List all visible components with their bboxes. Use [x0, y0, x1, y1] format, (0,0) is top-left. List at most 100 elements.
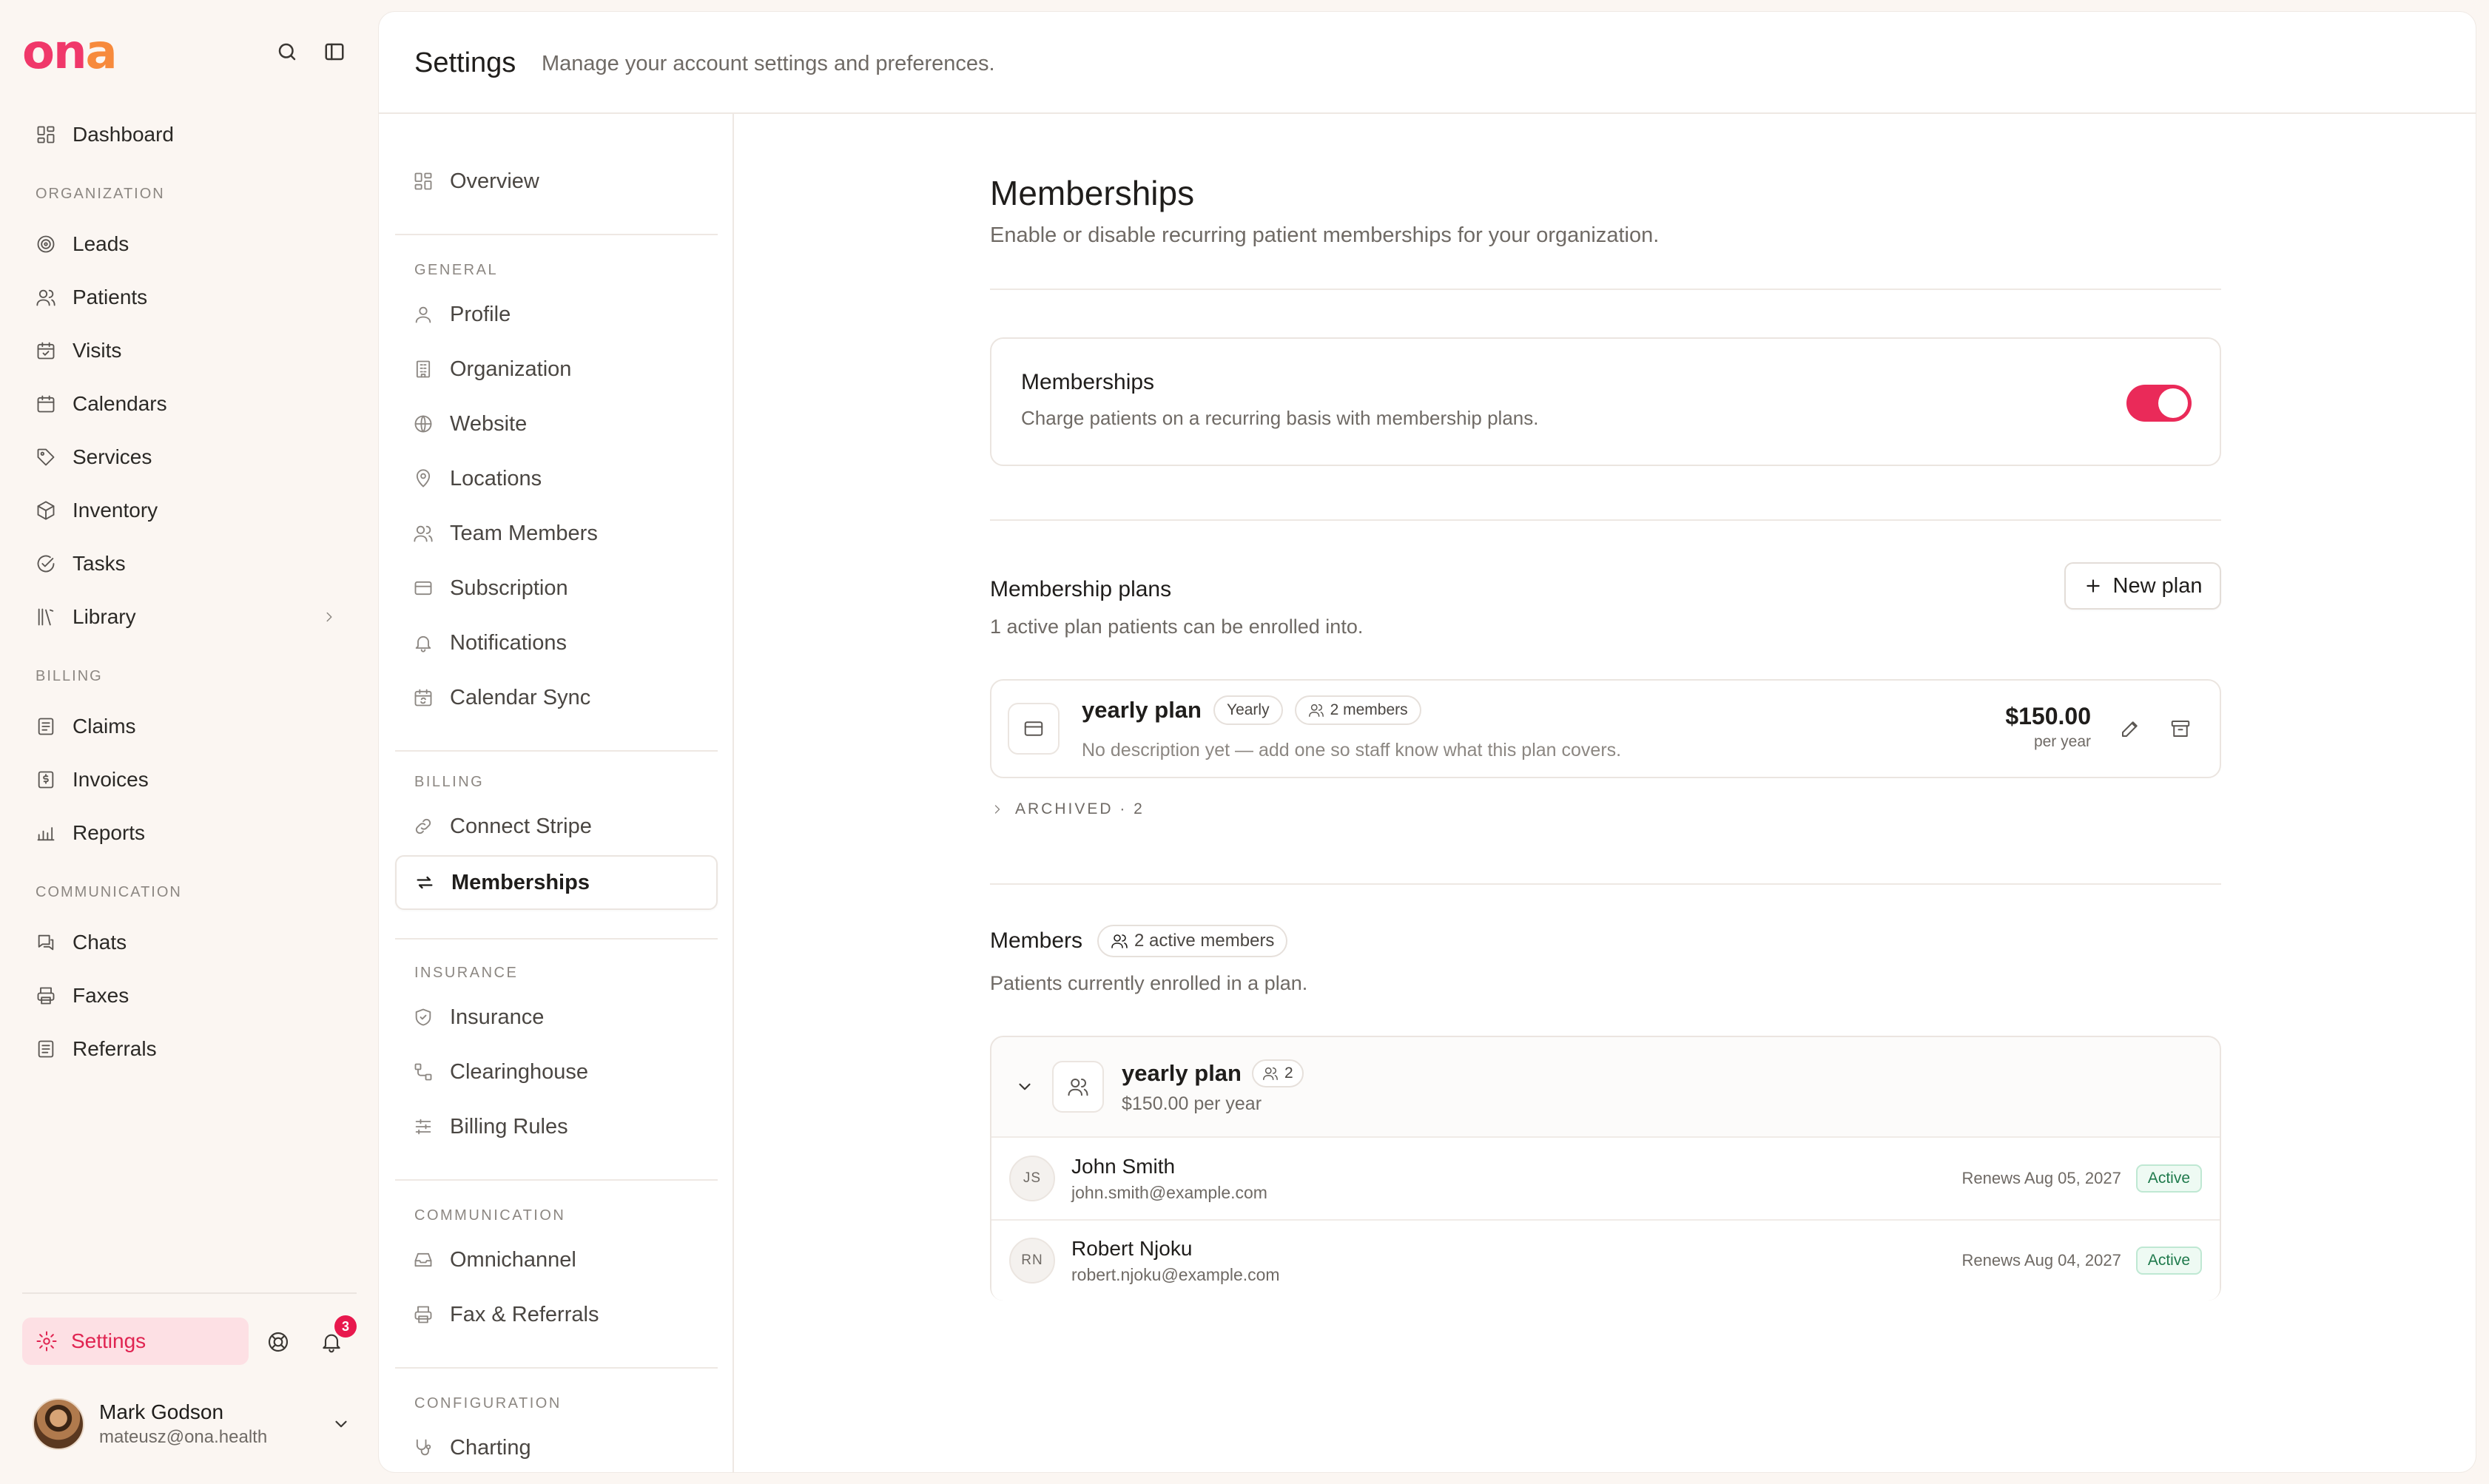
settings-nav-label: Billing Rules: [450, 1114, 568, 1139]
tag-icon: [34, 445, 58, 469]
members-title: Members: [990, 928, 1083, 953]
ona-logo[interactable]: ona: [22, 28, 118, 77]
status-badge: Active: [2135, 1247, 2202, 1275]
settings-nav-organization[interactable]: Organization: [395, 343, 718, 395]
printer-icon: [413, 1304, 434, 1325]
member-name: John Smith: [1071, 1154, 1176, 1178]
nav-library[interactable]: Library: [22, 596, 348, 638]
settings-nav-divider: [395, 1367, 718, 1369]
target-icon: [34, 232, 58, 256]
route-icon: [413, 1062, 434, 1082]
plans-title: Membership plans: [990, 577, 1172, 601]
settings-nav-connect-stripe[interactable]: Connect Stripe: [395, 800, 718, 852]
nav-leads[interactable]: Leads: [22, 223, 348, 266]
section-header-communication: COMMUNICATION: [36, 884, 182, 900]
settings-nav-profile[interactable]: Profile: [395, 289, 718, 340]
receipt-icon: [34, 768, 58, 792]
library-icon: [34, 605, 58, 629]
settings-section-insurance: INSURANCE: [414, 965, 519, 981]
map-pin-icon: [413, 468, 434, 489]
dashboard-icon: [34, 123, 58, 146]
group-price-line: $150.00 per year: [1122, 1093, 1262, 1114]
members-group-header[interactable]: yearly plan 2 $150.00 per year: [991, 1037, 2220, 1136]
calendar-check-icon: [34, 339, 58, 362]
building-icon: [413, 359, 434, 380]
sidebar-divider: [22, 1292, 357, 1294]
settings-nav-label: Calendar Sync: [450, 685, 591, 709]
archived-toggle[interactable]: ARCHIVED · 2: [990, 800, 1145, 818]
nav-inventory[interactable]: Inventory: [22, 489, 348, 532]
nav-dashboard[interactable]: Dashboard: [22, 113, 348, 156]
nav-settings[interactable]: Settings: [22, 1318, 249, 1365]
group-count: 2: [1284, 1064, 1293, 1082]
settings-nav-billing-rules[interactable]: Billing Rules: [395, 1101, 718, 1153]
settings-nav-omnichannel[interactable]: Omnichannel: [395, 1234, 718, 1286]
section-header-billing: BILLING: [36, 668, 103, 684]
member-row[interactable]: RN Robert Njoku robert.njoku@example.com…: [991, 1219, 2220, 1301]
document-icon: [34, 1037, 58, 1061]
nav-patients[interactable]: Patients: [22, 276, 348, 319]
nav-faxes[interactable]: Faxes: [22, 974, 348, 1017]
shield-check-icon: [413, 1007, 434, 1028]
archived-label: ARCHIVED · 2: [1015, 800, 1145, 817]
settings-nav-label: Notifications: [450, 630, 567, 655]
plan-price-period: per year: [2033, 733, 2091, 750]
nav-referrals[interactable]: Referrals: [22, 1028, 348, 1070]
nav-label: Claims: [73, 715, 136, 738]
settings-nav-charting[interactable]: Charting: [395, 1422, 718, 1472]
search-icon[interactable]: [272, 37, 302, 67]
nav-reports[interactable]: Reports: [22, 812, 348, 854]
plans-subtitle: 1 active plan patients can be enrolled i…: [990, 615, 1364, 638]
active-members-badge: 2 active members: [1097, 925, 1288, 957]
page-title: Settings: [414, 47, 516, 78]
new-plan-button[interactable]: New plan: [2064, 562, 2221, 610]
content-subtitle: Enable or disable recurring patient memb…: [990, 223, 1660, 247]
nav-tasks[interactable]: Tasks: [22, 542, 348, 585]
link-icon: [413, 816, 434, 837]
settings-section-general: GENERAL: [414, 262, 499, 278]
settings-nav-label: Subscription: [450, 576, 568, 600]
nav-calendars[interactable]: Calendars: [22, 382, 348, 425]
inbox-icon: [413, 1249, 434, 1270]
bell-icon: [413, 633, 434, 653]
nav-claims[interactable]: Claims: [22, 705, 348, 748]
settings-nav-calendar-sync[interactable]: Calendar Sync: [395, 672, 718, 724]
settings-nav-team-members[interactable]: Team Members: [395, 507, 718, 559]
credit-card-icon: [1023, 718, 1045, 740]
content-title: Memberships: [990, 174, 1195, 212]
settings-nav-divider: [395, 938, 718, 940]
new-plan-label: New plan: [2112, 573, 2203, 598]
nav-invoices[interactable]: Invoices: [22, 758, 348, 801]
settings-nav-insurance[interactable]: Insurance: [395, 991, 718, 1043]
settings-nav-notifications[interactable]: Notifications: [395, 617, 718, 669]
settings-nav-memberships[interactable]: Memberships: [395, 855, 718, 910]
help-lifebuoy-icon[interactable]: [262, 1326, 294, 1358]
nav-services[interactable]: Services: [22, 436, 348, 479]
memberships-toggle[interactable]: [2126, 385, 2192, 422]
settings-nav-fax-referrals[interactable]: Fax & Referrals: [395, 1289, 718, 1340]
printer-icon: [34, 984, 58, 1008]
nav-visits[interactable]: Visits: [22, 329, 348, 372]
members-header: Members 2 active members: [990, 925, 1288, 957]
settings-nav-clearinghouse[interactable]: Clearinghouse: [395, 1046, 718, 1098]
settings-nav-website[interactable]: Website: [395, 398, 718, 450]
plus-icon: [2084, 576, 2103, 596]
member-initials: JS: [1009, 1156, 1055, 1201]
settings-nav-label: Website: [450, 411, 528, 436]
settings-nav-label: Insurance: [450, 1005, 545, 1029]
nav-label: Chats: [73, 931, 127, 954]
settings-nav-locations[interactable]: Locations: [395, 453, 718, 505]
settings-nav-label: Locations: [450, 466, 542, 490]
settings-nav-label: Organization: [450, 357, 572, 381]
user-menu[interactable]: Mark Godson mateusz@ona.health: [33, 1394, 351, 1454]
sidebar-toggle-icon[interactable]: [320, 37, 349, 67]
pencil-icon[interactable]: [2119, 718, 2141, 740]
member-row[interactable]: JS John Smith john.smith@example.com Ren…: [991, 1136, 2220, 1219]
settings-nav-subscription[interactable]: Subscription: [395, 562, 718, 614]
member-name: Robert Njoku: [1071, 1236, 1193, 1260]
nav-chats[interactable]: Chats: [22, 921, 348, 964]
settings-nav-overview[interactable]: Overview: [395, 155, 718, 207]
archive-icon[interactable]: [2169, 718, 2192, 740]
plan-card[interactable]: yearly plan Yearly 2 members No descript…: [990, 679, 2221, 778]
calendar-sync-icon: [413, 687, 434, 708]
